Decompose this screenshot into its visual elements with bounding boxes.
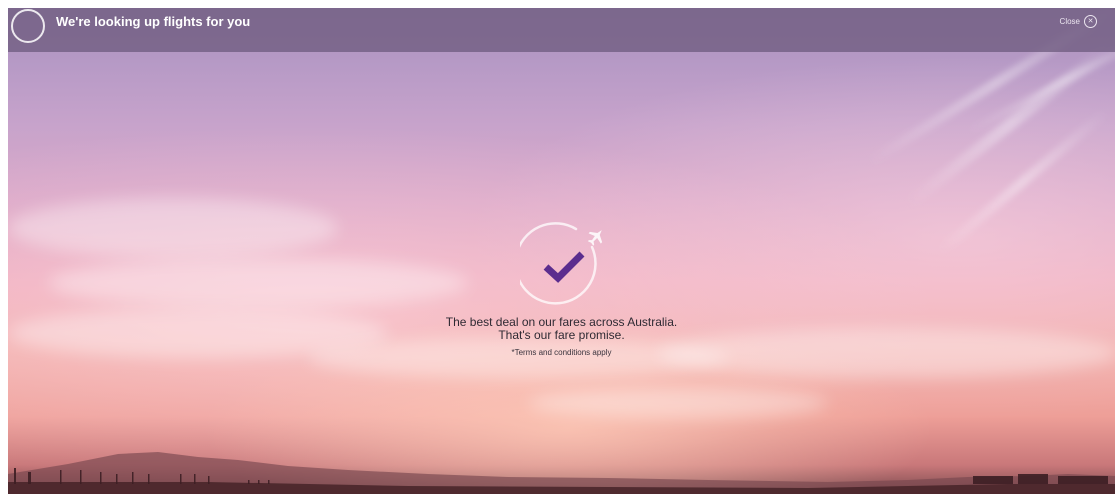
cloud	[48, 258, 468, 308]
close-button[interactable]: Close ✕	[1060, 15, 1097, 28]
airplane-icon	[587, 230, 603, 246]
close-icon: ✕	[1084, 15, 1097, 28]
terms-link[interactable]: *Terms and conditions apply	[8, 348, 1115, 357]
promo-headline: The best deal on our fares across Austra…	[445, 315, 678, 329]
checkmark-plane-icon	[520, 222, 603, 305]
cloud	[528, 388, 828, 418]
promo-subline: That's our fare promise.	[498, 328, 625, 342]
sunset-sky-background: We're looking up flights for you Close ✕…	[8, 8, 1115, 494]
cloud-streak	[934, 107, 1110, 257]
header-bar: We're looking up flights for you Close ✕	[8, 8, 1115, 52]
cloud	[8, 198, 338, 258]
close-label: Close	[1059, 17, 1080, 26]
flight-search-loading-screen: We're looking up flights for you Close ✕…	[0, 0, 1117, 494]
checkmark-icon	[543, 251, 585, 283]
loading-spinner-icon	[11, 9, 45, 43]
landscape-silhouette	[8, 452, 1115, 494]
header-title: We're looking up flights for you	[56, 14, 251, 29]
